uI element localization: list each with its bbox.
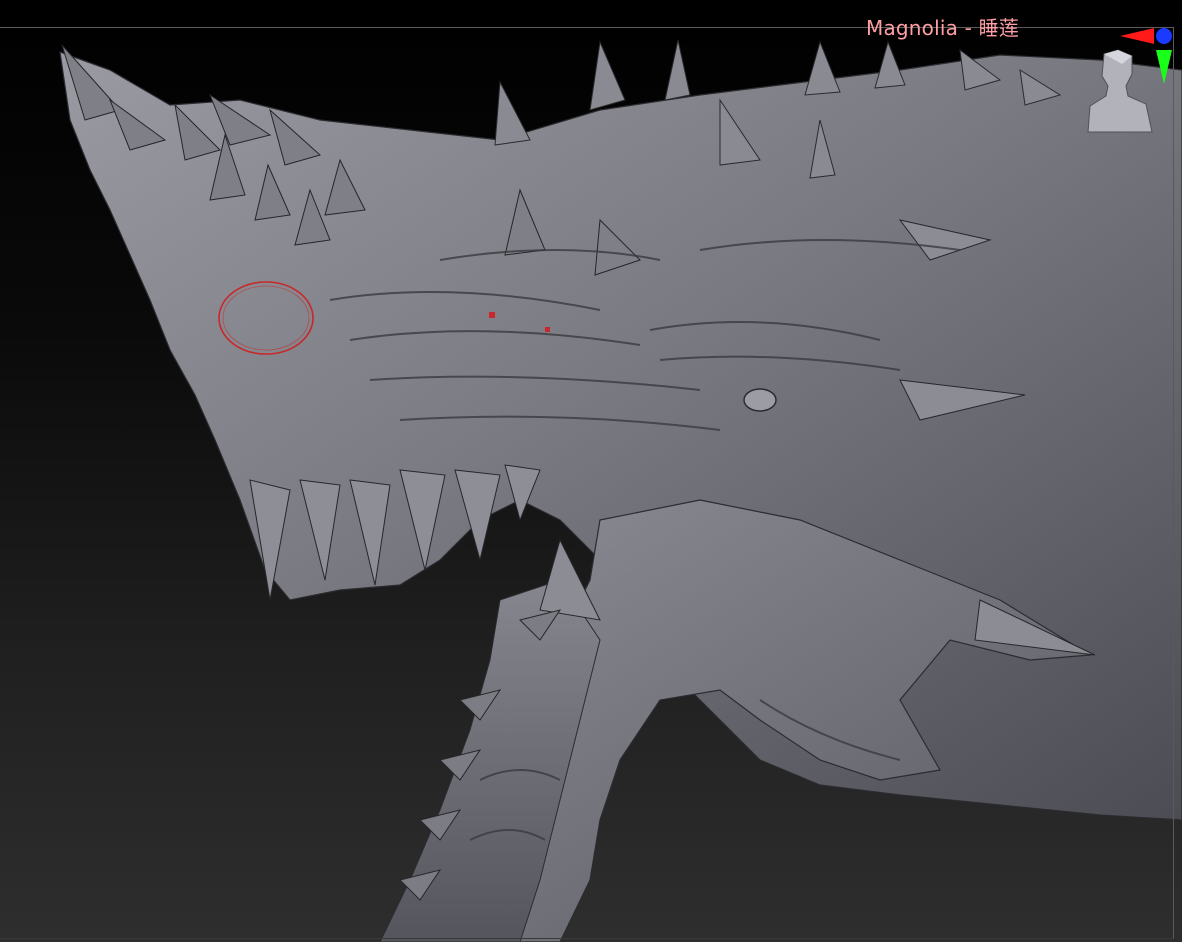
brush-cursor-icon [218,281,314,355]
brush-marker-icon [545,327,550,332]
document-viewport[interactable]: Magnolia - 睡莲 [0,0,1182,942]
brush-marker-icon [489,312,495,318]
sculpt-model[interactable] [0,0,1182,942]
axis-gizmo-icon[interactable] [1074,24,1182,154]
orientation-head-icon[interactable] [1087,49,1153,133]
dragon-eye [743,388,777,412]
document-title: Magnolia - 睡莲 [866,16,1020,40]
